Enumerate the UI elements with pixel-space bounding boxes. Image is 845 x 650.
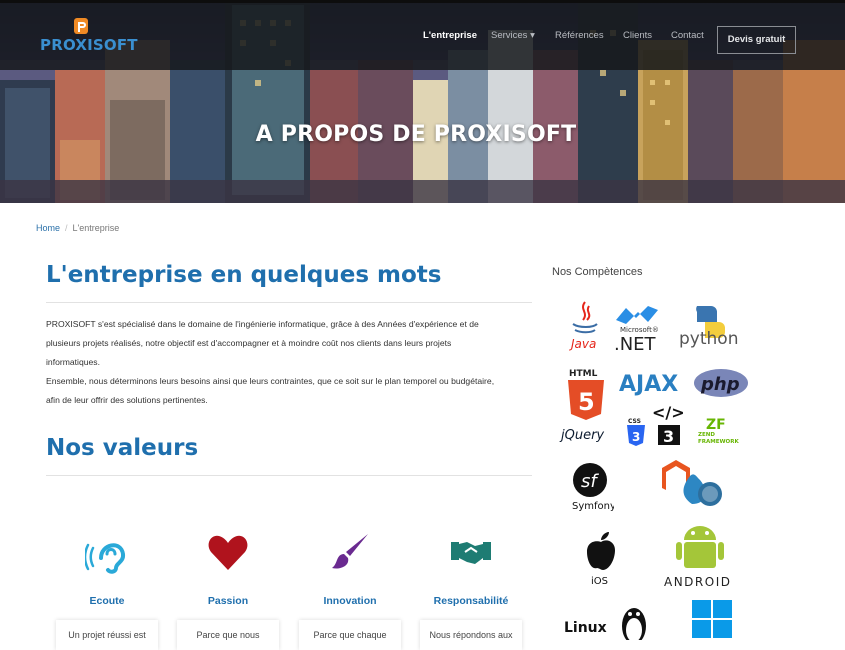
breadcrumb-home-link[interactable]: Home (36, 223, 60, 233)
symfony-logo-icon: sf Symfony (572, 463, 614, 512)
brand-name: PROXISOFT (40, 36, 138, 54)
code-label: </> (652, 403, 685, 422)
zend-label: ZEND (698, 432, 715, 438)
apple-ios-logo-icon: iOS (587, 532, 615, 587)
value-passion: Passion (168, 530, 288, 607)
proxisoft-logo-icon (74, 18, 88, 34)
divider (46, 475, 532, 476)
paintbrush-icon (332, 534, 368, 569)
magento-drupal-wordpress-logo-icon (662, 460, 722, 506)
about-line: PROXISOFT s'est spécialisé dans le domai… (46, 319, 479, 329)
heart-icon (208, 535, 248, 570)
breadcrumb-separator: / (65, 223, 68, 233)
framework-label: FRAMEWORK (698, 439, 739, 445)
js3-label: 3 (663, 427, 674, 446)
symfony-sf-label: sf (581, 471, 599, 492)
about-heading: L'entreprise en quelques mots (46, 262, 442, 288)
top-navbar: PROXISOFT L'entreprise Services ▾ Référe… (0, 0, 845, 70)
dotnet-label: .NET (614, 334, 657, 352)
android-label: ANDROID (664, 575, 732, 589)
value-card-ecoute: Un projet réussi est (56, 620, 158, 650)
symfony-label: Symfony (572, 501, 614, 512)
dotnet-logo-icon: Microsoft® .NET (614, 306, 659, 352)
value-responsabilite: Responsabilité (411, 530, 531, 607)
hero-banner: PROXISOFT L'entreprise Services ▾ Référe… (0, 0, 845, 203)
about-line: afin de leur offrir des solutions pertin… (46, 395, 208, 405)
breadcrumb: Home / L'entreprise (36, 223, 119, 233)
value-label: Innovation (323, 595, 377, 607)
microsoft-label: Microsoft® (620, 326, 659, 334)
value-label: Ecoute (89, 595, 125, 607)
android-logo-icon: ANDROID (664, 526, 732, 589)
nav-item-references[interactable]: Références (555, 30, 604, 41)
java-label: Java (569, 337, 596, 351)
css3-logo-icon: CSS 3 (627, 418, 645, 446)
handshake-icon (451, 542, 491, 564)
html-label: HTML (569, 369, 598, 379)
value-card-responsabilite: Nous répondons aux (420, 620, 522, 650)
values-heading: Nos valeurs (46, 435, 199, 461)
zend-zf-label: ZF (706, 417, 726, 433)
php-label: php (700, 374, 740, 395)
nav-item-contact[interactable]: Contact (671, 30, 704, 41)
value-card-innovation: Parce que chaque (299, 620, 401, 650)
value-label: Responsabilité (433, 595, 509, 607)
ear-icon (85, 543, 126, 574)
html5-logo-icon: HTML 5 (568, 369, 604, 420)
css3-label: 3 (632, 430, 640, 444)
java-logo-icon: Java (569, 301, 598, 351)
value-label: Passion (207, 595, 249, 607)
php-logo-icon: php (694, 369, 748, 397)
jquery-label: jQuery (559, 428, 604, 443)
about-line: Ensemble, nous déterminons leurs besoins… (46, 376, 495, 386)
sidebar-title: Nos Compètences (552, 266, 643, 278)
python-logo-icon: python (679, 306, 738, 349)
value-innovation: Innovation (290, 530, 410, 607)
nav-item-entreprise[interactable]: L'entreprise (423, 30, 477, 41)
nav-item-services[interactable]: Services ▾ (491, 30, 535, 41)
value-card-passion: Parce que nous (177, 620, 279, 650)
devis-gratuit-button[interactable]: Devis gratuit (717, 26, 796, 54)
about-line: informatiques. (46, 357, 100, 367)
python-label: python (679, 329, 738, 349)
nav-item-clients[interactable]: Clients (623, 30, 652, 41)
divider (46, 302, 532, 303)
about-line: plusieurs projets réalisés, notre object… (46, 338, 452, 348)
page-title: A PROPOS DE PROXISOFT (255, 122, 577, 147)
windows-logo-icon (692, 600, 732, 638)
linux-label: Linux (564, 620, 607, 636)
css-label: CSS (628, 418, 641, 425)
code-js-logo-icon: </> 3 (652, 403, 685, 446)
breadcrumb-current: L'entreprise (72, 223, 120, 233)
ajax-logo-icon: AJAX (619, 372, 678, 396)
ajax-label: AJAX (619, 372, 678, 396)
value-ecoute: Ecoute (47, 530, 167, 607)
ios-label: iOS (591, 576, 608, 587)
about-paragraph: PROXISOFT s'est spécialisé dans le domai… (46, 315, 536, 410)
linux-logo-icon: Linux (564, 608, 646, 640)
brand-logo[interactable]: PROXISOFT (40, 16, 140, 56)
zend-framework-logo-icon: ZF ZEND FRAMEWORK (698, 417, 739, 445)
html5-label: 5 (578, 388, 595, 416)
jquery-logo-icon: jQuery (559, 428, 604, 443)
